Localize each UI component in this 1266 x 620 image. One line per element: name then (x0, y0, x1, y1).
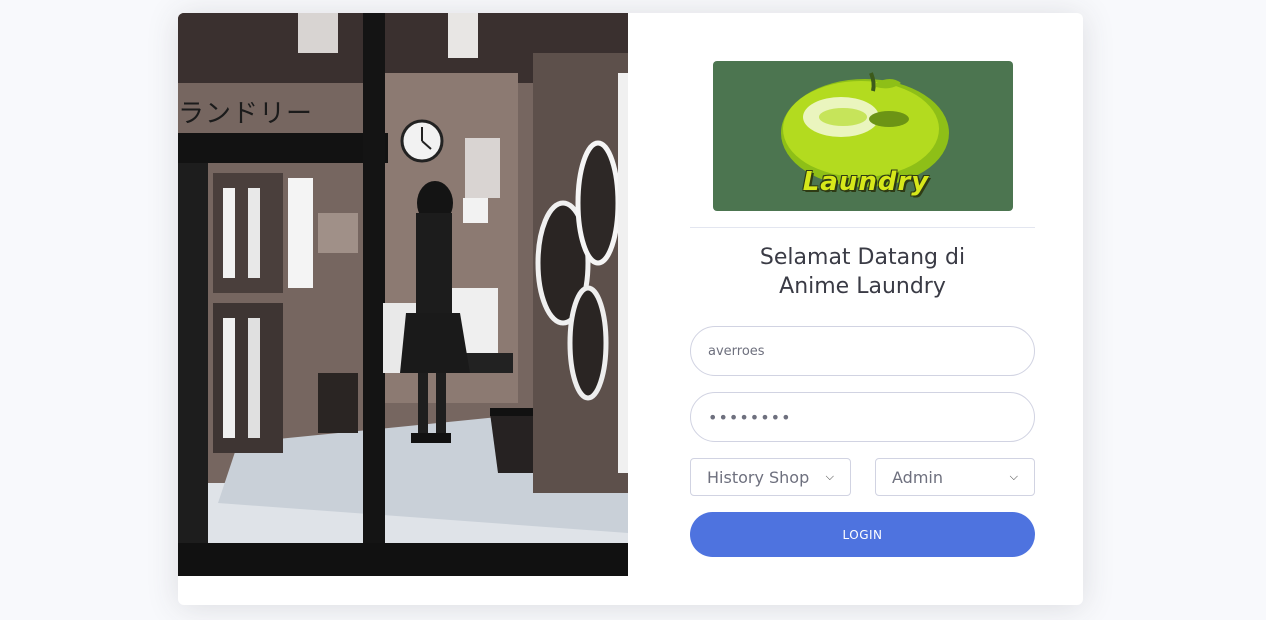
role-select-value: Admin (892, 467, 943, 487)
login-button-label: LOGIN (842, 527, 883, 542)
welcome-line-1: Selamat Datang di (759, 245, 966, 270)
hero-caption: ランドリー (178, 99, 314, 129)
password-field[interactable]: •••••••• (690, 392, 1035, 442)
password-mask: •••••••• (708, 407, 792, 427)
login-card: ランドリー Laundry Selamat Datang di Anime La… (178, 13, 1083, 605)
welcome-line-2: Anime Laundry (779, 274, 946, 299)
role-select[interactable]: Admin ⌵ (875, 458, 1035, 496)
shop-select[interactable]: History Shop ⌵ (690, 458, 851, 496)
login-button[interactable]: LOGIN (690, 512, 1035, 557)
chevron-down-icon: ⌵ (1009, 470, 1018, 483)
logo-wordmark: Laundry (802, 167, 930, 197)
welcome-heading: Selamat Datang di Anime Laundry (690, 243, 1035, 301)
divider (690, 227, 1035, 228)
login-panel: Laundry Selamat Datang di Anime Laundry … (690, 13, 1035, 605)
brand-logo: Laundry (713, 61, 1013, 211)
shop-select-value: History Shop (707, 467, 810, 487)
chevron-down-icon: ⌵ (825, 470, 834, 483)
hero-image: ランドリー (178, 13, 628, 576)
username-field[interactable] (690, 326, 1035, 376)
